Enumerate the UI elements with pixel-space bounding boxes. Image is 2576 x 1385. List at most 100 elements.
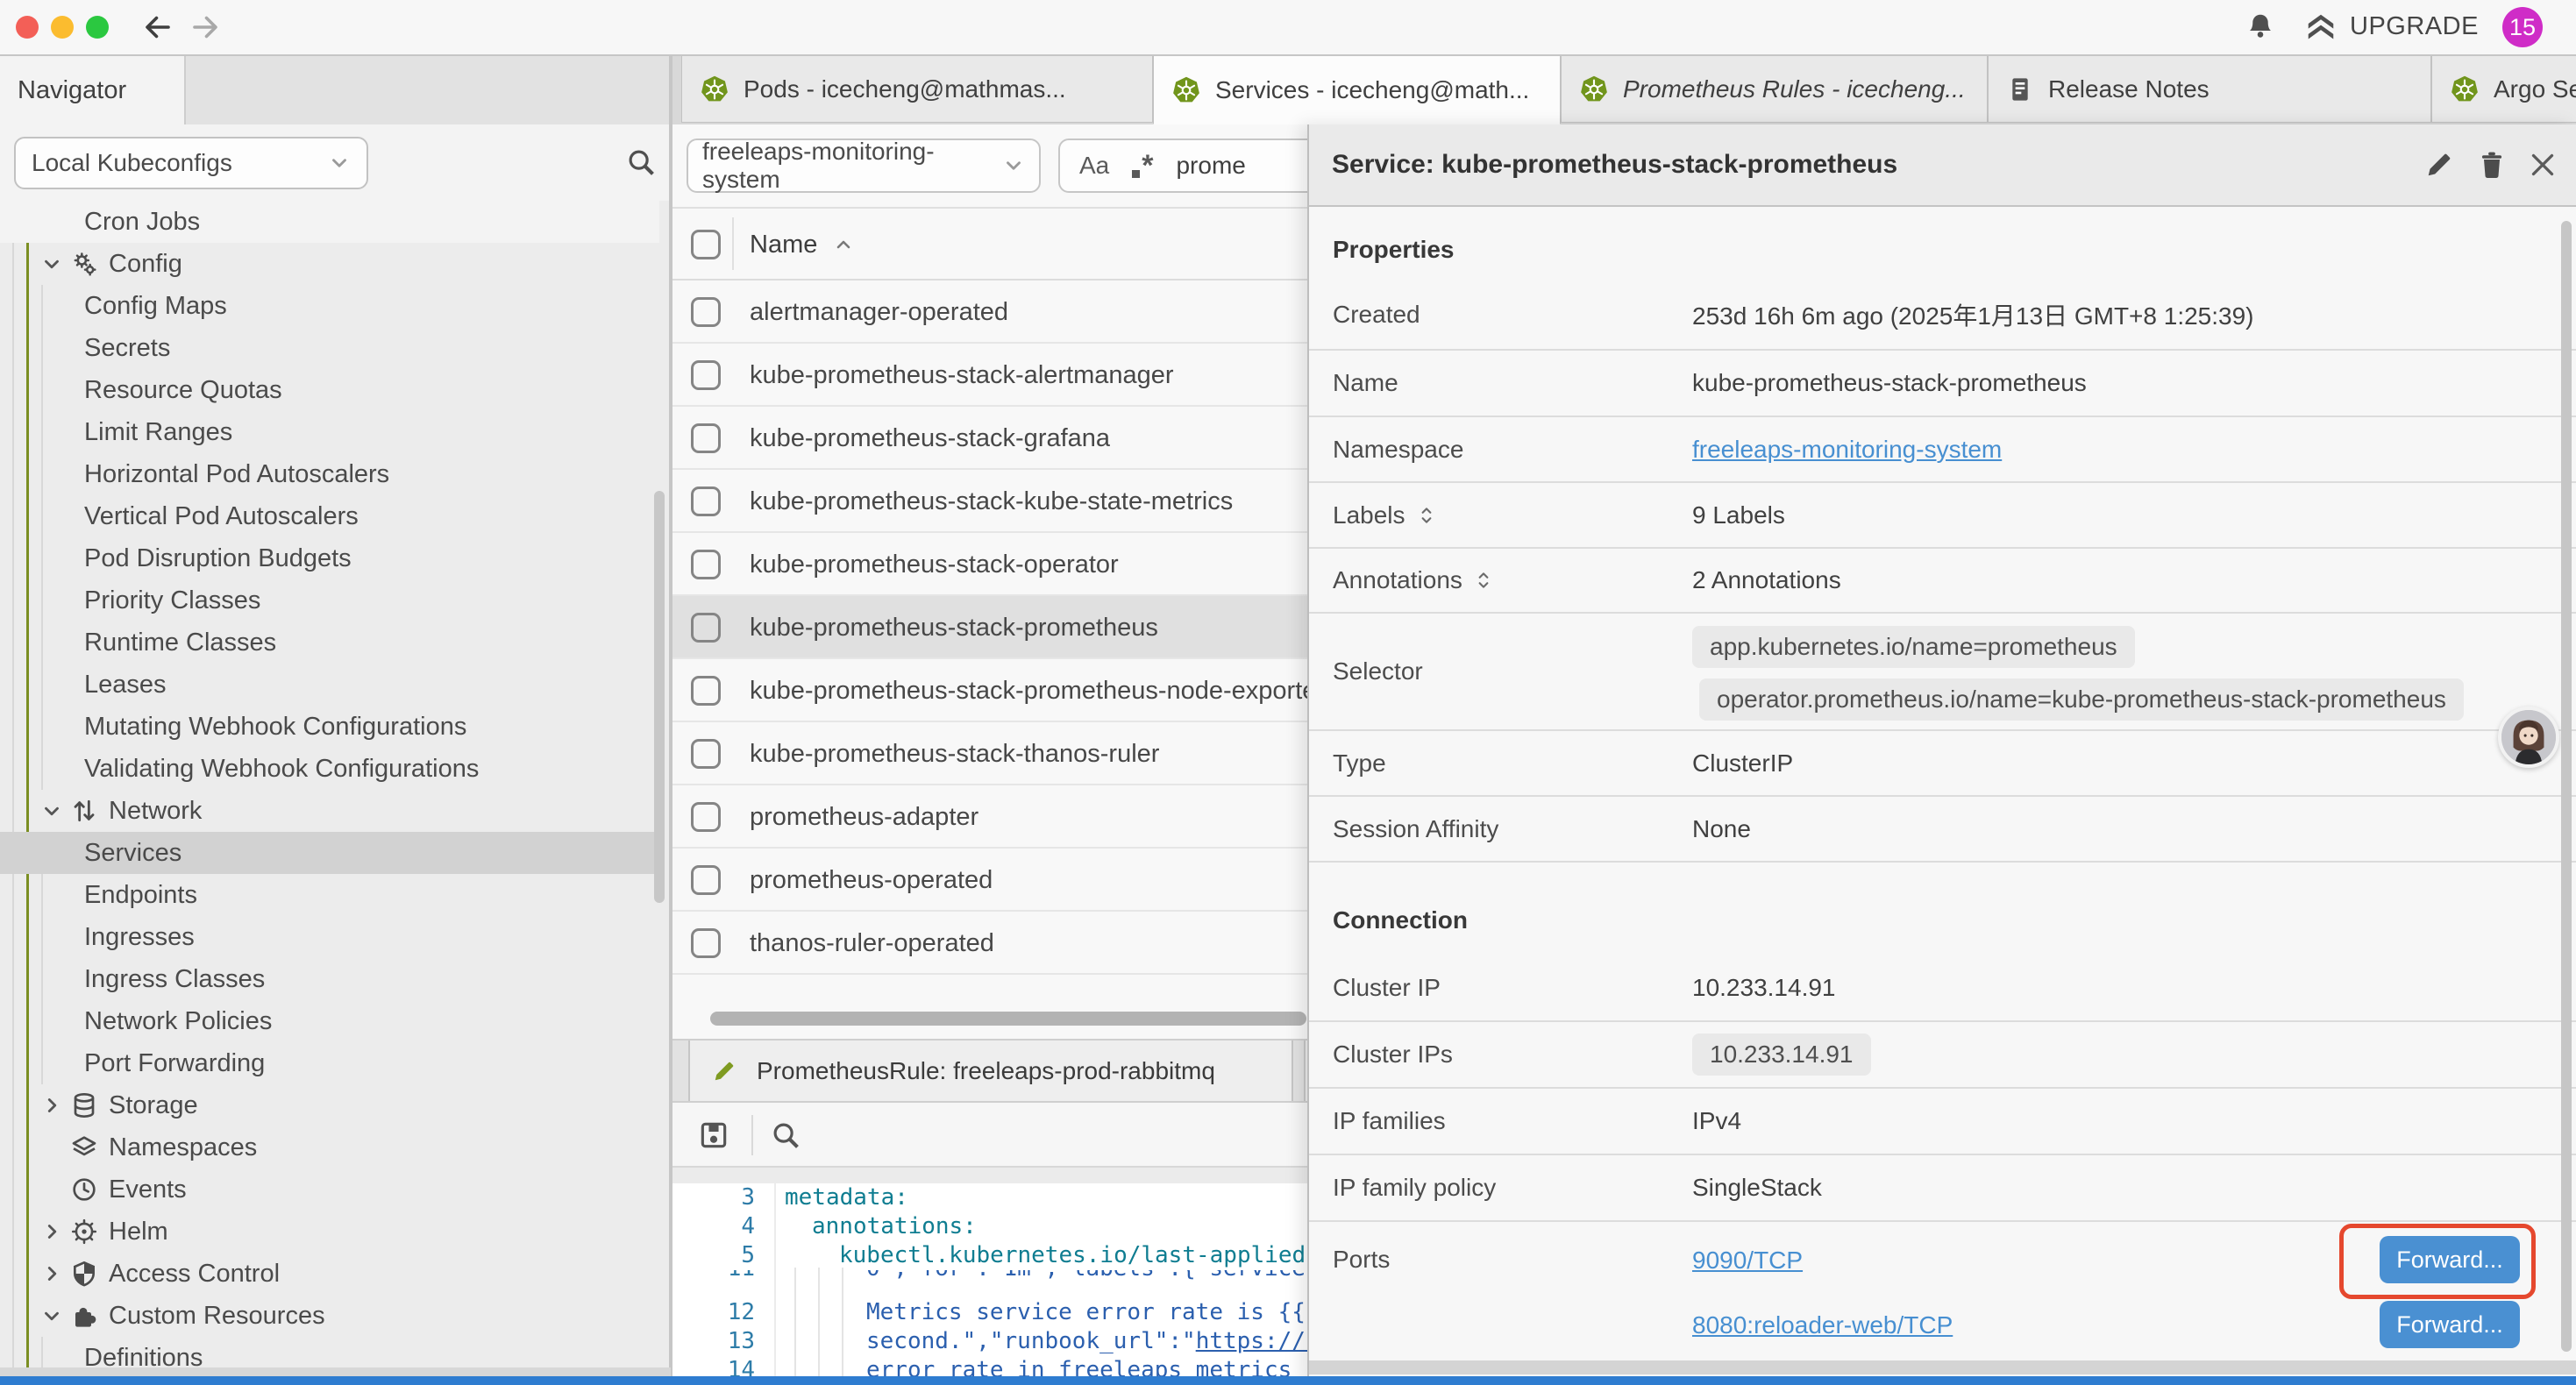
row-checkbox[interactable] xyxy=(691,928,721,958)
row-checkbox[interactable] xyxy=(691,802,721,832)
table-row[interactable]: prometheus-operated xyxy=(671,849,1307,912)
sidebar-item-ingresses[interactable]: Ingresses xyxy=(0,916,659,958)
maximize-window-button[interactable] xyxy=(86,16,109,39)
notifications-bell-icon[interactable] xyxy=(2245,11,2276,43)
row-checkbox[interactable] xyxy=(691,613,721,643)
sidebar-item-vertical-pod-autoscalers[interactable]: Vertical Pod Autoscalers xyxy=(0,495,659,537)
table-row[interactable]: kube-prometheus-stack-prometheus-node-ex… xyxy=(671,659,1307,722)
yaml-editor[interactable]: 3 metadata: 4 annotations: 5 kubectl.kub… xyxy=(671,1168,1307,1385)
row-checkbox[interactable] xyxy=(691,739,721,769)
tab-pods-icecheng-mathmas[interactable]: Pods - icecheng@mathmas... xyxy=(681,56,1153,123)
sidebar-item-priority-classes[interactable]: Priority Classes xyxy=(0,579,659,621)
sidebar-item-limit-ranges[interactable]: Limit Ranges xyxy=(0,411,659,453)
sidebar-item-mutating-webhook-configurations[interactable]: Mutating Webhook Configurations xyxy=(0,706,659,748)
tab-services-icecheng-math[interactable]: Services - icecheng@math... xyxy=(1153,56,1561,124)
filter-input[interactable]: Aa * prome xyxy=(1058,138,1307,193)
namespace-select[interactable]: freeleaps-monitoring-system xyxy=(687,138,1041,193)
user-avatar[interactable] xyxy=(2498,707,2559,768)
table-row[interactable]: prometheus-adapter xyxy=(671,785,1307,849)
table-row[interactable]: alertmanager-operated xyxy=(671,281,1307,344)
sidebar-item-validating-webhook-configurations[interactable]: Validating Webhook Configurations xyxy=(0,748,659,790)
row-checkbox[interactable] xyxy=(691,676,721,706)
minimize-window-button[interactable] xyxy=(51,16,74,39)
upgrade-icon[interactable] xyxy=(2304,11,2338,44)
table-row[interactable]: kube-prometheus-stack-prometheus xyxy=(671,596,1307,659)
row-checkbox[interactable] xyxy=(691,360,721,390)
sidebar-item-ingress-classes[interactable]: Ingress Classes xyxy=(0,958,659,1000)
sidebar-item-network-policies[interactable]: Network Policies xyxy=(0,1000,659,1042)
table-horizontal-scrollbar[interactable] xyxy=(710,1012,1306,1026)
sidebar-item-cron-jobs[interactable]: Cron Jobs xyxy=(0,201,659,243)
sidebar-item-access-control[interactable]: Access Control xyxy=(0,1253,659,1295)
row-checkbox[interactable] xyxy=(691,865,721,895)
table-row[interactable]: kube-prometheus-stack-operator xyxy=(671,533,1307,596)
forward-arrow-icon[interactable] xyxy=(189,11,221,43)
row-checkbox[interactable] xyxy=(691,487,721,516)
sidebar-item-config-maps[interactable]: Config Maps xyxy=(0,285,659,327)
forward-button-9090[interactable]: Forward... xyxy=(2380,1236,2520,1283)
chevron-right-icon[interactable] xyxy=(40,1094,63,1117)
tab-argo-se[interactable]: Argo Se xyxy=(2431,56,2576,123)
sidebar-item-config[interactable]: Config xyxy=(0,243,659,285)
port-link-9090[interactable]: 9090/TCP xyxy=(1692,1246,1803,1275)
annotations-value[interactable]: 2 Annotations xyxy=(1692,549,1841,612)
notification-count-badge[interactable]: 15 xyxy=(2502,7,2543,47)
sidebar-item-events[interactable]: Events xyxy=(0,1168,659,1211)
chevron-right-icon[interactable] xyxy=(40,1220,63,1243)
back-arrow-icon[interactable] xyxy=(142,11,174,43)
save-icon[interactable] xyxy=(697,1119,730,1152)
sidebar-item-custom-resources[interactable]: Custom Resources xyxy=(0,1295,659,1337)
port-link-8080[interactable]: 8080:reloader-web/TCP xyxy=(1692,1311,1953,1339)
tab-navigator[interactable]: Navigator xyxy=(0,56,186,124)
table-row[interactable]: kube-prometheus-stack-grafana xyxy=(671,407,1307,470)
sidebar-item-network[interactable]: Network xyxy=(0,790,659,832)
sidebar-item-pod-disruption-budgets[interactable]: Pod Disruption Budgets xyxy=(0,537,659,579)
sidebar-item-leases[interactable]: Leases xyxy=(0,664,659,706)
sidebar-item-namespaces[interactable]: Namespaces xyxy=(0,1126,659,1168)
row-checkbox[interactable] xyxy=(691,297,721,327)
chevron-down-icon[interactable] xyxy=(40,252,63,275)
sidebar-item-services[interactable]: Services xyxy=(0,832,659,874)
kubeconfig-select[interactable]: Local Kubeconfigs xyxy=(14,137,368,189)
select-all-checkbox[interactable] xyxy=(691,230,721,259)
tab-release-notes[interactable]: Release Notes xyxy=(1988,56,2431,123)
labels-value[interactable]: 9 Labels xyxy=(1692,483,1785,547)
close-icon[interactable] xyxy=(2527,149,2558,181)
search-icon[interactable] xyxy=(624,146,658,179)
sidebar-item-resource-quotas[interactable]: Resource Quotas xyxy=(0,369,659,411)
regex-toggle[interactable]: * xyxy=(1132,151,1153,181)
sidebar-item-helm[interactable]: Helm xyxy=(0,1211,659,1253)
services-panel: freeleaps-monitoring-system Aa * prome N… xyxy=(671,124,1307,1385)
chevron-right-icon[interactable] xyxy=(40,1262,63,1285)
editor-search-icon[interactable] xyxy=(769,1119,802,1152)
tab-prometheus-rules-icecheng[interactable]: Prometheus Rules - icecheng... xyxy=(1561,56,1988,123)
labels-label[interactable]: Labels xyxy=(1333,483,1435,547)
upgrade-label[interactable]: UPGRADE xyxy=(2350,12,2479,41)
editor-tab-prometheusrule[interactable]: PrometheusRule: freeleaps-prod-rabbitmq xyxy=(688,1041,1293,1101)
table-row[interactable]: kube-prometheus-stack-kube-state-metrics xyxy=(671,470,1307,533)
namespace-link[interactable]: freeleaps-monitoring-system xyxy=(1692,436,2002,464)
delete-button[interactable] xyxy=(2476,149,2508,181)
table-row[interactable]: kube-prometheus-stack-thanos-ruler xyxy=(671,722,1307,785)
sidebar-item-port-forwarding[interactable]: Port Forwarding xyxy=(0,1042,659,1084)
table-row[interactable]: kube-prometheus-stack-alertmanager xyxy=(671,344,1307,407)
column-header-name[interactable]: Name xyxy=(750,209,854,281)
sidebar-scrollbar[interactable] xyxy=(654,491,665,903)
chevron-down-icon[interactable] xyxy=(40,799,63,822)
sidebar-item-horizontal-pod-autoscalers[interactable]: Horizontal Pod Autoscalers xyxy=(0,453,659,495)
sidebar-item-secrets[interactable]: Secrets xyxy=(0,327,659,369)
table-row[interactable]: thanos-ruler-operated xyxy=(671,912,1307,975)
editor-link[interactable]: https://netd xyxy=(1196,1328,1307,1354)
match-case-toggle[interactable]: Aa xyxy=(1079,152,1109,180)
sidebar-item-storage[interactable]: Storage xyxy=(0,1084,659,1126)
edit-button[interactable] xyxy=(2423,149,2455,181)
row-checkbox[interactable] xyxy=(691,550,721,579)
detail-scrollbar[interactable] xyxy=(2561,221,2572,1352)
chevron-down-icon[interactable] xyxy=(40,1304,63,1327)
sidebar-item-endpoints[interactable]: Endpoints xyxy=(0,874,659,916)
forward-button-8080[interactable]: Forward... xyxy=(2380,1301,2520,1348)
close-window-button[interactable] xyxy=(16,16,39,39)
row-checkbox[interactable] xyxy=(691,423,721,453)
annotations-label[interactable]: Annotations xyxy=(1333,549,1492,612)
sidebar-item-runtime-classes[interactable]: Runtime Classes xyxy=(0,621,659,664)
